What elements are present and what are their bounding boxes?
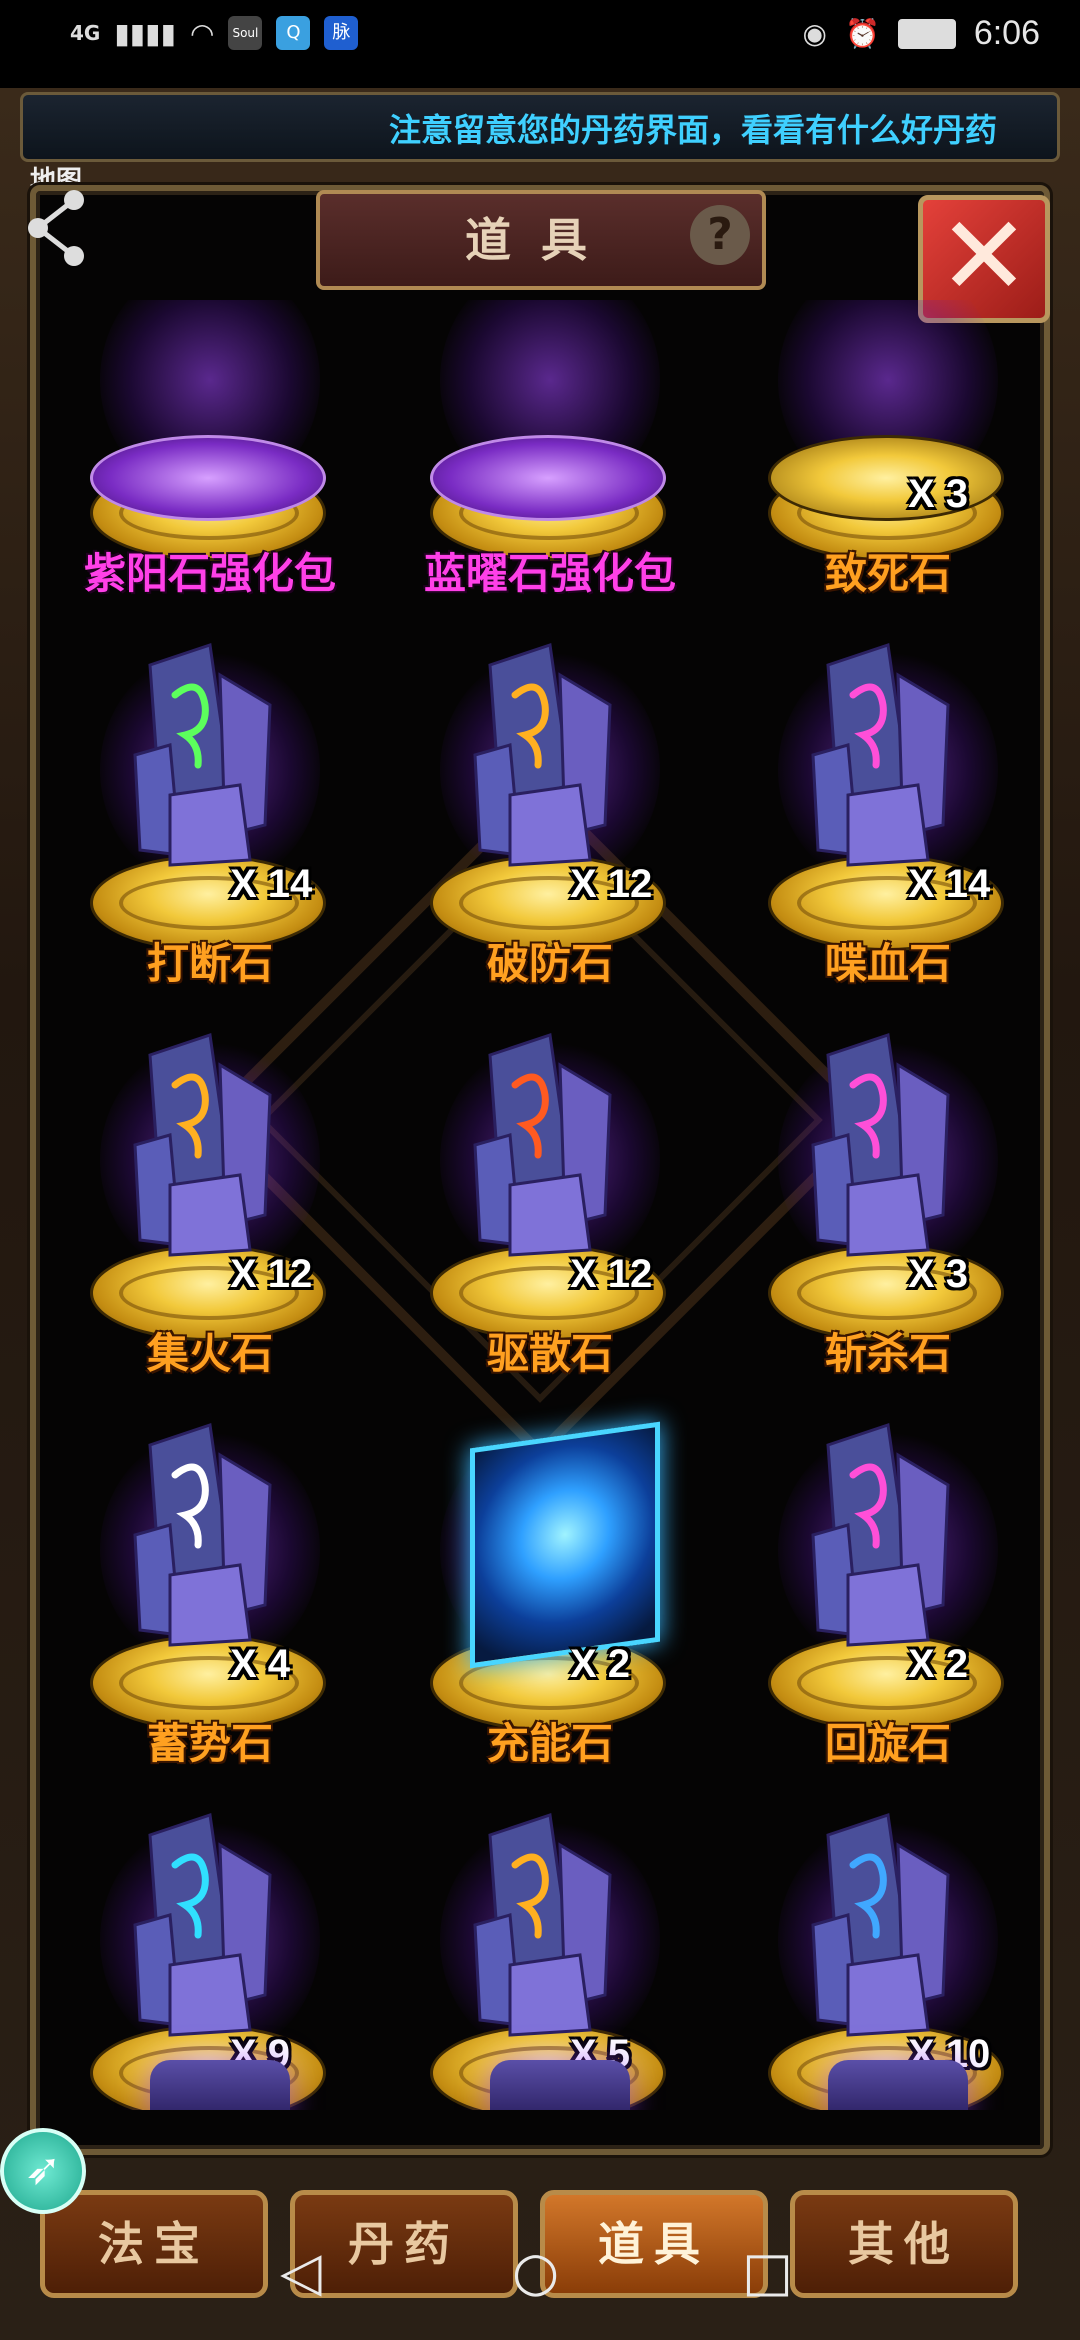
wifi-icon: ◠ [189,16,215,50]
recents-icon[interactable]: □ [742,2240,793,2303]
rune-crystal-icon [133,1813,272,2037]
item-slot[interactable]: X 12 破防石 [400,600,720,990]
rune-crystal-icon [811,1033,950,1257]
item-slot[interactable]: X 10噬灵石 [738,1770,1020,2110]
share-icon [28,190,84,266]
item-name: 紫阳石强化包 [83,549,336,598]
signal-bars-icon: ▮▮▮▮ [114,16,176,50]
item-count: X 2 [570,1642,631,1686]
share-button[interactable] [24,188,94,268]
item-slot[interactable]: X 5聚气石 [400,1770,720,2110]
item-slot[interactable]: 紫阳石强化包 [60,300,380,600]
back-icon[interactable]: ◁ [280,2240,322,2303]
item-slot[interactable]: X 12 驱散石 [400,990,720,1380]
item-count: X 12 [570,862,653,906]
rune-crystal-icon [811,1813,950,2037]
rune-crystal-icon [473,1033,612,1257]
rune-crystal-icon [811,1423,950,1647]
rune-crystal-icon [811,643,950,867]
battery-icon [897,18,956,49]
q-app-icon: Q [276,16,311,50]
item-slot-partial[interactable] [828,2060,968,2110]
item-name: 蓄势石 [146,1719,273,1768]
item-name: 蓝曜石强化包 [423,549,676,598]
item-slot[interactable]: X 3 致死石 [738,300,1020,600]
item-name: 斩杀石 [824,1329,951,1378]
item-slot[interactable]: 蓝曜石强化包 [400,300,720,600]
item-slot[interactable]: X 9俘获石 [60,1770,380,2110]
signal-indicator: 4G [70,21,101,45]
item-slot[interactable]: X 2 充能石 [400,1380,720,1770]
tab-items[interactable]: 道具 [540,2190,768,2298]
item-slot-partial[interactable] [150,2060,290,2110]
clock: 6:06 [973,14,1040,52]
energy-cube-icon [470,1421,660,1669]
home-icon[interactable]: ○ [512,2240,559,2303]
status-left: 4G ▮▮▮▮ ◠ Soul Q 脉 [70,16,359,50]
item-count: X 12 [570,1252,653,1296]
rune-crystal-icon [473,643,612,867]
rune-crystal-icon [133,1033,272,1257]
status-right: ◉ ⏰ 6:06 [803,14,1041,53]
rune-crystal-icon [133,1423,272,1647]
item-slot[interactable]: X 3 斩杀石 [738,990,1020,1380]
mai-app-icon: 脉 [324,16,359,50]
help-button[interactable]: ? [690,205,750,265]
enhance-pack-icon [90,435,326,521]
rocket-icon: ➶ [24,2144,62,2195]
item-slot[interactable]: X 14 打断石 [60,600,380,990]
item-slot[interactable]: X 12 集火石 [60,990,380,1380]
item-grid: 紫阳石强化包 蓝曜石强化包 X 3 致死石 X 14 打断石 X 12 破防石 X 14 喋血石 X… [60,300,1020,2110]
item-name: 打断石 [146,939,273,988]
item-count: X 14 [230,862,313,906]
rune-crystal-icon [473,1813,612,2037]
stone-icon [768,435,1004,521]
item-count: X 4 [230,1642,291,1686]
item-slot[interactable]: X 2 回旋石 [738,1380,1020,1770]
tab-magic-treasure[interactable]: 法宝 [40,2190,268,2298]
item-name: 破防石 [486,939,613,988]
item-name: 驱散石 [486,1329,613,1378]
item-count: X 12 [230,1252,313,1296]
rocket-boost-button[interactable]: ➶ [0,2128,86,2214]
alarm-icon: ⏰ [844,17,880,50]
soul-app-icon: Soul [228,16,263,50]
eye-icon: ◉ [802,17,827,50]
item-count: X 2 [908,1642,969,1686]
item-count: X 3 [908,1252,969,1296]
status-bar: 4G ▮▮▮▮ ◠ Soul Q 脉 ◉ ⏰ 6:06 [0,0,1080,88]
item-slot[interactable]: X 4 蓄势石 [60,1380,380,1770]
rune-crystal-icon [133,643,272,867]
item-name: 喋血石 [824,939,951,988]
item-name: 致死石 [824,549,951,598]
item-name: 集火石 [146,1329,273,1378]
scrolling-notice: 注意留意您的丹药界面，看看有什么好丹药 [20,92,1060,162]
item-count: X 14 [908,862,991,906]
item-count: X 3 [908,472,969,516]
item-slot[interactable]: X 14 喋血石 [738,600,1020,990]
item-name: 充能石 [486,1719,613,1768]
item-name: 回旋石 [824,1719,951,1768]
tab-pills[interactable]: 丹药 [290,2190,518,2298]
item-slot-partial[interactable] [490,2060,630,2110]
enhance-pack-icon [430,435,666,521]
tab-others[interactable]: 其他 [790,2190,1018,2298]
